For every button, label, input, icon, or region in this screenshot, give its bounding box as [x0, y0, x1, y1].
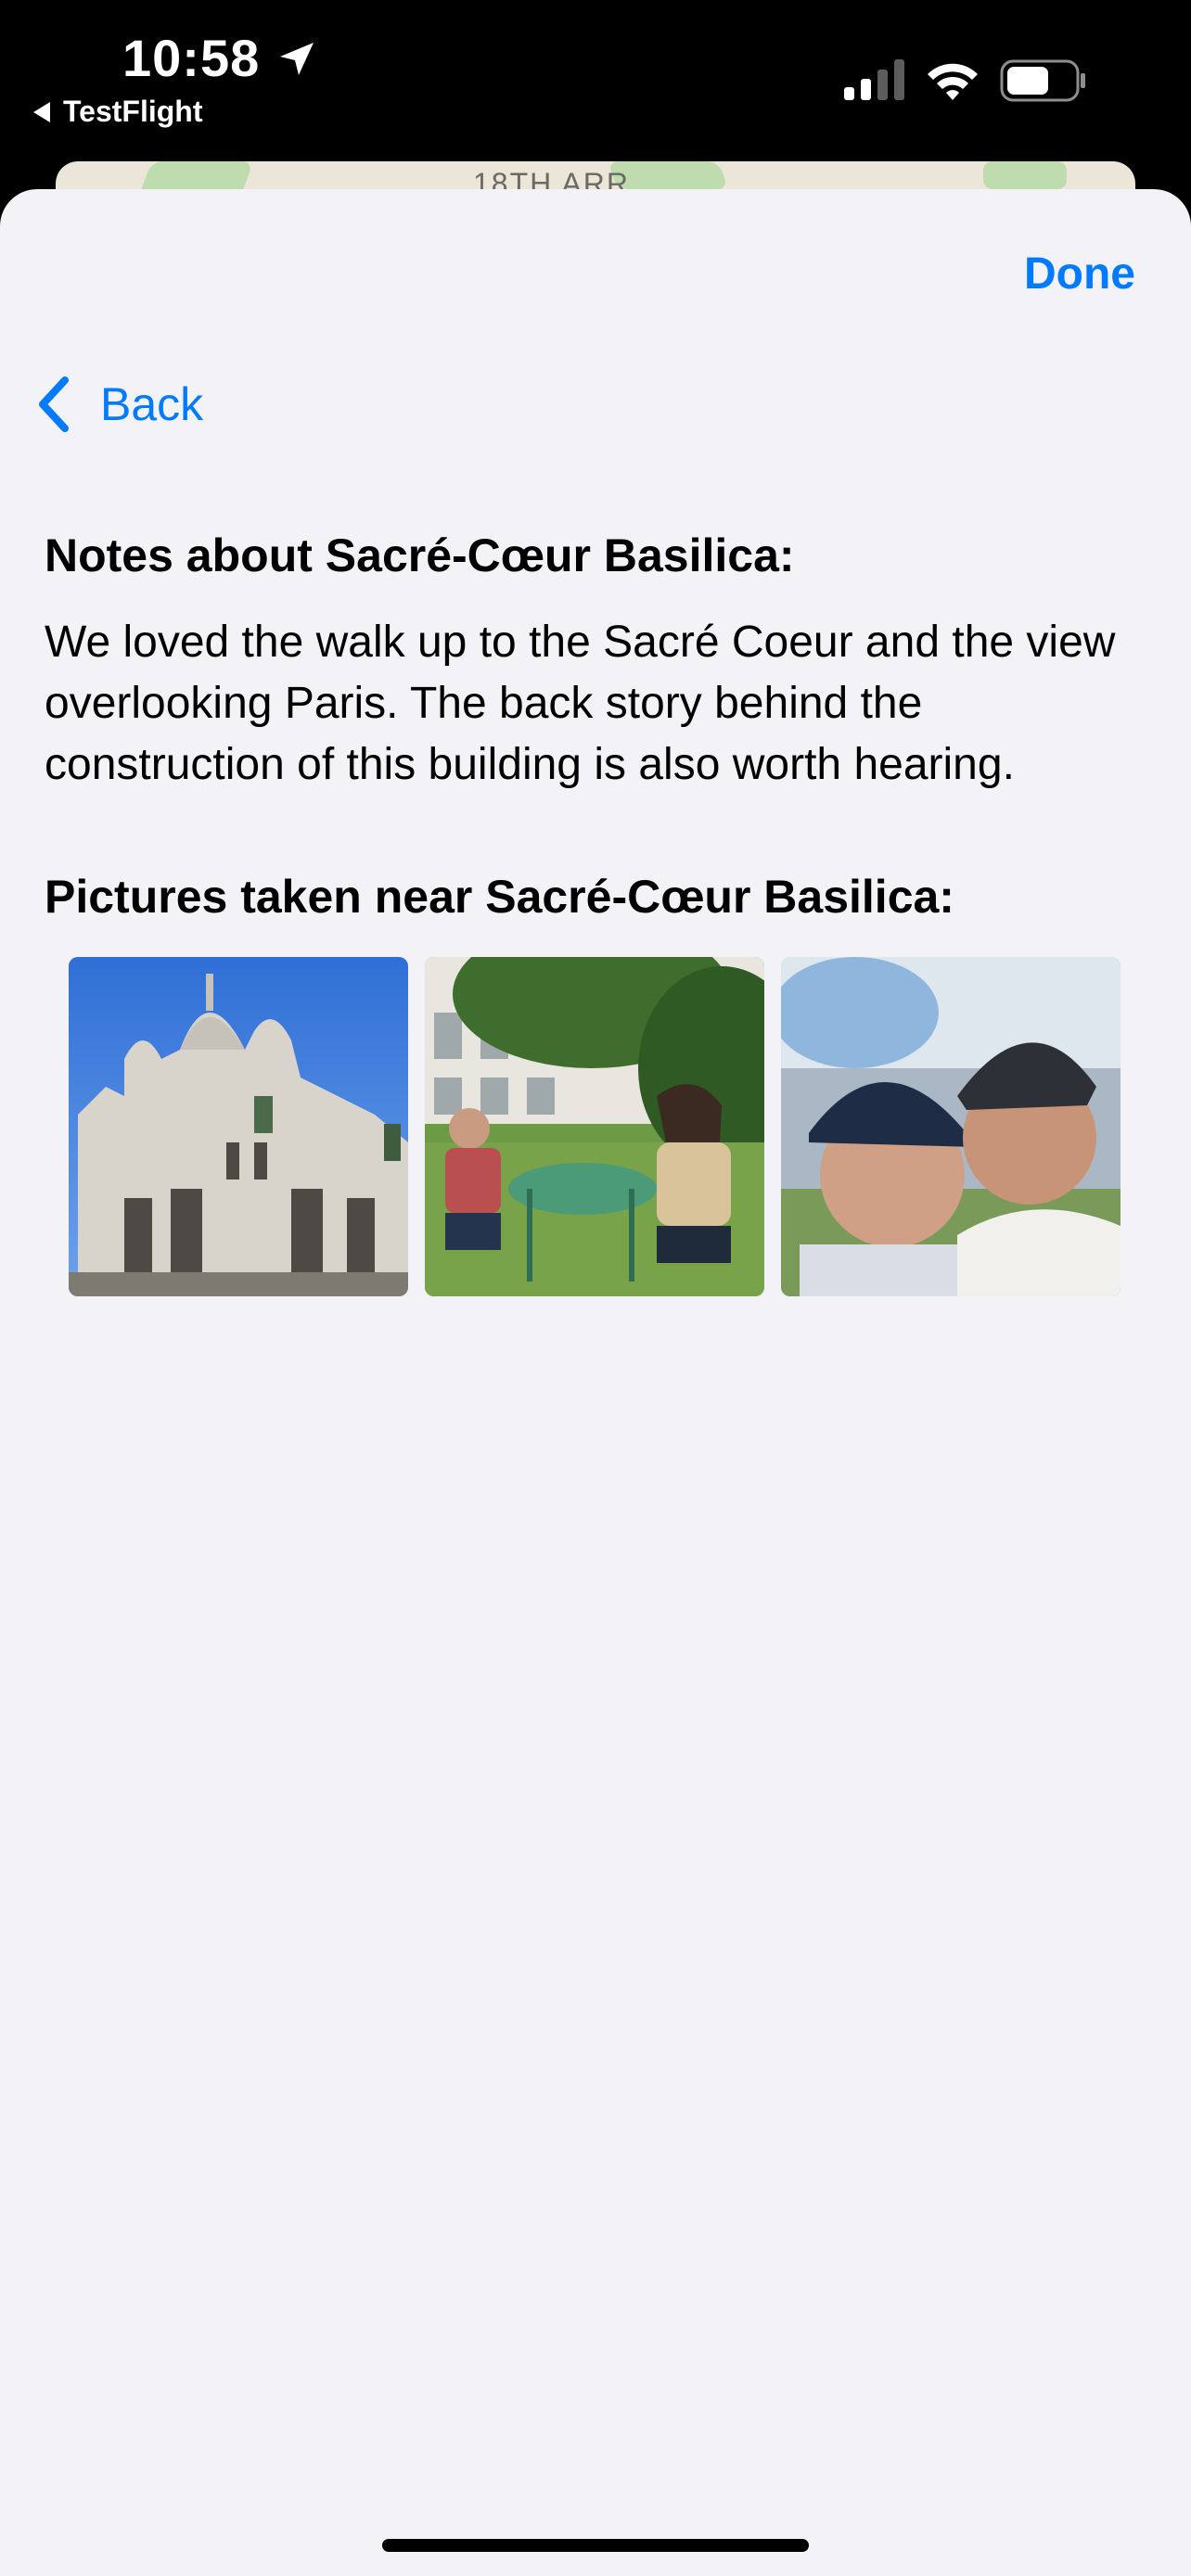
back-app-label: TestFlight — [63, 95, 203, 128]
battery-icon — [1000, 59, 1085, 102]
back-triangle-icon — [33, 101, 50, 122]
back-to-testflight[interactable]: TestFlight — [33, 95, 203, 129]
back-label: Back — [100, 378, 204, 430]
done-button[interactable]: Done — [1024, 249, 1135, 300]
cellular-signal-icon — [844, 59, 904, 100]
location-arrow-icon — [280, 43, 314, 75]
pictures-heading: Pictures taken near Sacré-Cœur Basilica: — [45, 871, 954, 923]
notes-body: We loved the walk up to the Sacré Coeur … — [45, 618, 1116, 789]
chevron-left-icon — [39, 376, 69, 432]
status-time: 10:58 — [122, 29, 261, 87]
basilica-photo[interactable] — [69, 957, 408, 1296]
cafe-table-photo[interactable] — [425, 957, 764, 1296]
home-indicator[interactable] — [382, 2539, 809, 2552]
wifi-icon — [928, 63, 978, 100]
selfie-photo[interactable] — [781, 957, 1121, 1296]
photo-grid — [69, 957, 1121, 1296]
place-detail-sheet: Done Back Notes about Sacré-Cœur Basilic… — [0, 189, 1191, 2576]
back-button[interactable]: Back — [33, 375, 203, 434]
screen: 10:58 TestFlight 18TH ARR Done Back Note… — [0, 0, 1191, 2576]
notes-heading: Notes about Sacré-Cœur Basilica: — [45, 529, 795, 581]
